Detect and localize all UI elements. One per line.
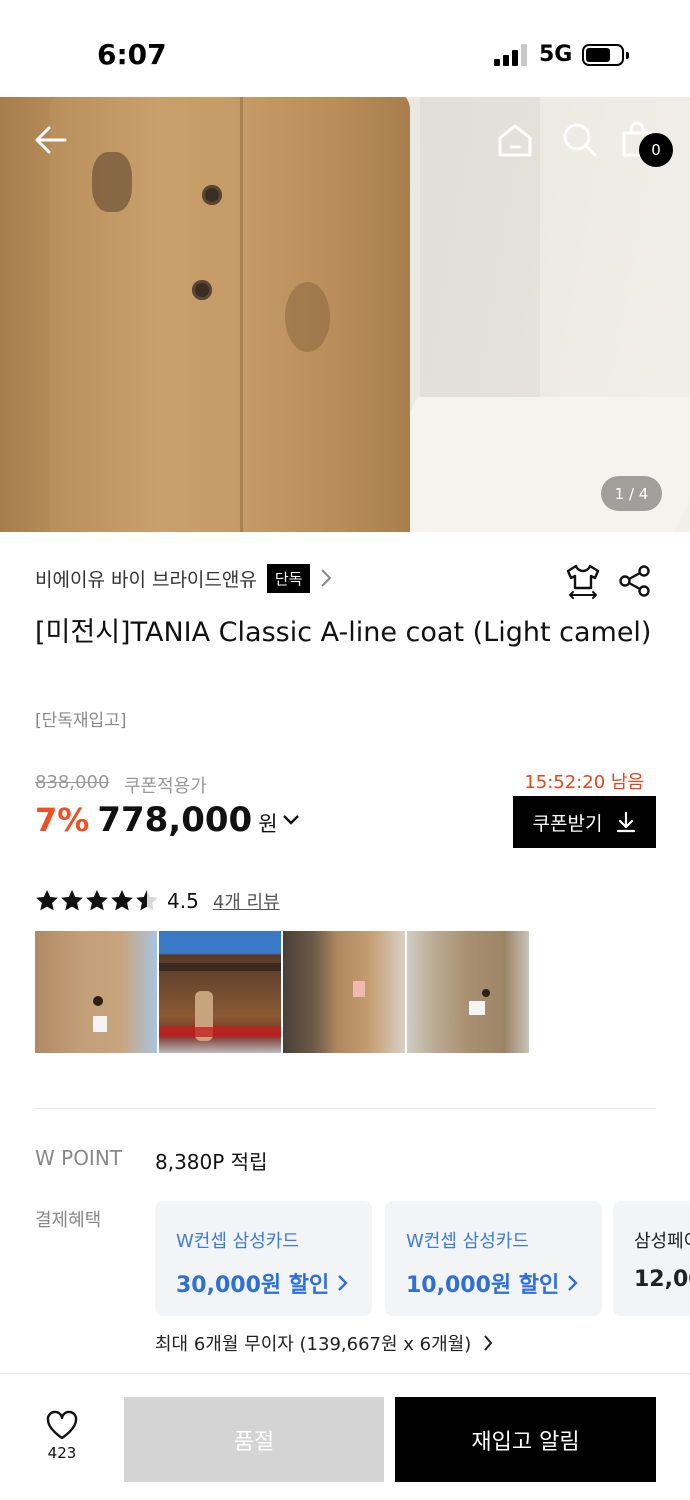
review-photos: [35, 931, 529, 1053]
battery-icon: [582, 44, 629, 66]
product-title: [미전시]TANIA Classic A-line coat (Light ca…: [35, 617, 652, 648]
coupon-price-note: 쿠폰적용가: [124, 776, 207, 797]
price-row[interactable]: 7% 778,000 원: [35, 800, 300, 840]
chevron-right-icon: [484, 1335, 493, 1351]
sold-out-button[interactable]: 품절: [124, 1397, 384, 1482]
brand-link[interactable]: 비에이유 바이 브라이드앤유 단독: [35, 562, 332, 594]
benefit-card[interactable]: 삼성페이 12,000: [613, 1201, 690, 1316]
network-label: 5G: [539, 42, 573, 67]
installment-text: 최대 6개월 무이자 (139,667원 x 6개월): [155, 1334, 472, 1355]
installment-info[interactable]: 최대 6개월 무이자 (139,667원 x 6개월): [155, 1330, 493, 1356]
card-name: W컨셉 삼성카드: [176, 1231, 299, 1252]
back-button[interactable]: [28, 117, 74, 163]
chevron-right-icon: [321, 569, 332, 587]
section-divider: [35, 1108, 656, 1109]
status-bar: 6:07 5G: [0, 0, 690, 97]
download-icon: [617, 811, 636, 833]
signal-icon: [494, 44, 530, 66]
share-icon: [619, 565, 650, 597]
chevron-right-icon: [568, 1275, 578, 1291]
star-rating: [35, 889, 159, 913]
wpoint-label: W POINT: [35, 1146, 123, 1170]
wishlist-count: 423: [47, 1444, 77, 1462]
get-coupon-button[interactable]: 쿠폰받기: [513, 796, 656, 848]
star-icon: [61, 890, 83, 911]
home-icon: [498, 124, 532, 157]
heart-icon: [46, 1410, 78, 1440]
coupon-timer: 15:52:20 남음: [524, 772, 644, 793]
rating-value: 4.5: [167, 889, 199, 913]
image-pager: 1 / 4: [601, 476, 662, 511]
search-button[interactable]: [557, 117, 603, 163]
sale-price: 778,000: [97, 800, 253, 840]
card-name: W컨셉 삼성카드: [406, 1231, 529, 1252]
review-count-link[interactable]: 4개 리뷰: [213, 888, 280, 914]
brand-name: 비에이유 바이 브라이드앤유: [35, 568, 257, 591]
wishlist-button[interactable]: 423: [35, 1410, 89, 1470]
review-photo[interactable]: [407, 931, 529, 1053]
star-icon: [136, 890, 158, 911]
restock-alert-button[interactable]: 재입고 알림: [395, 1397, 656, 1482]
discount-rate: 7%: [35, 801, 90, 839]
review-photo[interactable]: [35, 931, 157, 1053]
card-discount: 10,000원 할인: [406, 1273, 560, 1298]
star-icon: [86, 890, 108, 911]
status-time: 6:07: [97, 38, 167, 71]
benefit-card[interactable]: W컨셉 삼성카드 10,000원 할인: [385, 1201, 602, 1316]
card-discount: 30,000원 할인: [176, 1273, 330, 1298]
arrow-left-icon: [35, 126, 67, 154]
original-price: 838,000: [35, 772, 110, 793]
product-tag: [단독재입고]: [35, 711, 127, 731]
payment-benefit-label: 결제혜택: [35, 1210, 102, 1231]
currency-unit: 원: [258, 812, 278, 836]
wpoint-value: 8,380P 적립: [155, 1150, 268, 1174]
shirt-size-icon: [566, 564, 600, 599]
benefit-card[interactable]: W컨셉 삼성카드 30,000원 할인: [155, 1201, 372, 1316]
review-photo[interactable]: [283, 931, 405, 1053]
cart-count-badge: 0: [639, 133, 673, 167]
size-guide-button[interactable]: [564, 562, 602, 604]
card-discount: 12,000: [634, 1267, 690, 1292]
chevron-right-icon: [338, 1275, 348, 1291]
review-summary: 4.5 4개 리뷰: [35, 886, 280, 916]
exclusive-badge: 단독: [266, 563, 311, 593]
coupon-button-label: 쿠폰받기: [532, 812, 603, 835]
home-button[interactable]: [492, 117, 538, 163]
search-icon: [563, 123, 597, 157]
chevron-down-icon: [282, 815, 299, 825]
star-icon: [36, 890, 58, 911]
review-photo[interactable]: [159, 931, 281, 1053]
share-button[interactable]: [618, 564, 652, 602]
star-icon: [111, 890, 133, 911]
card-name: 삼성페이: [634, 1231, 690, 1252]
